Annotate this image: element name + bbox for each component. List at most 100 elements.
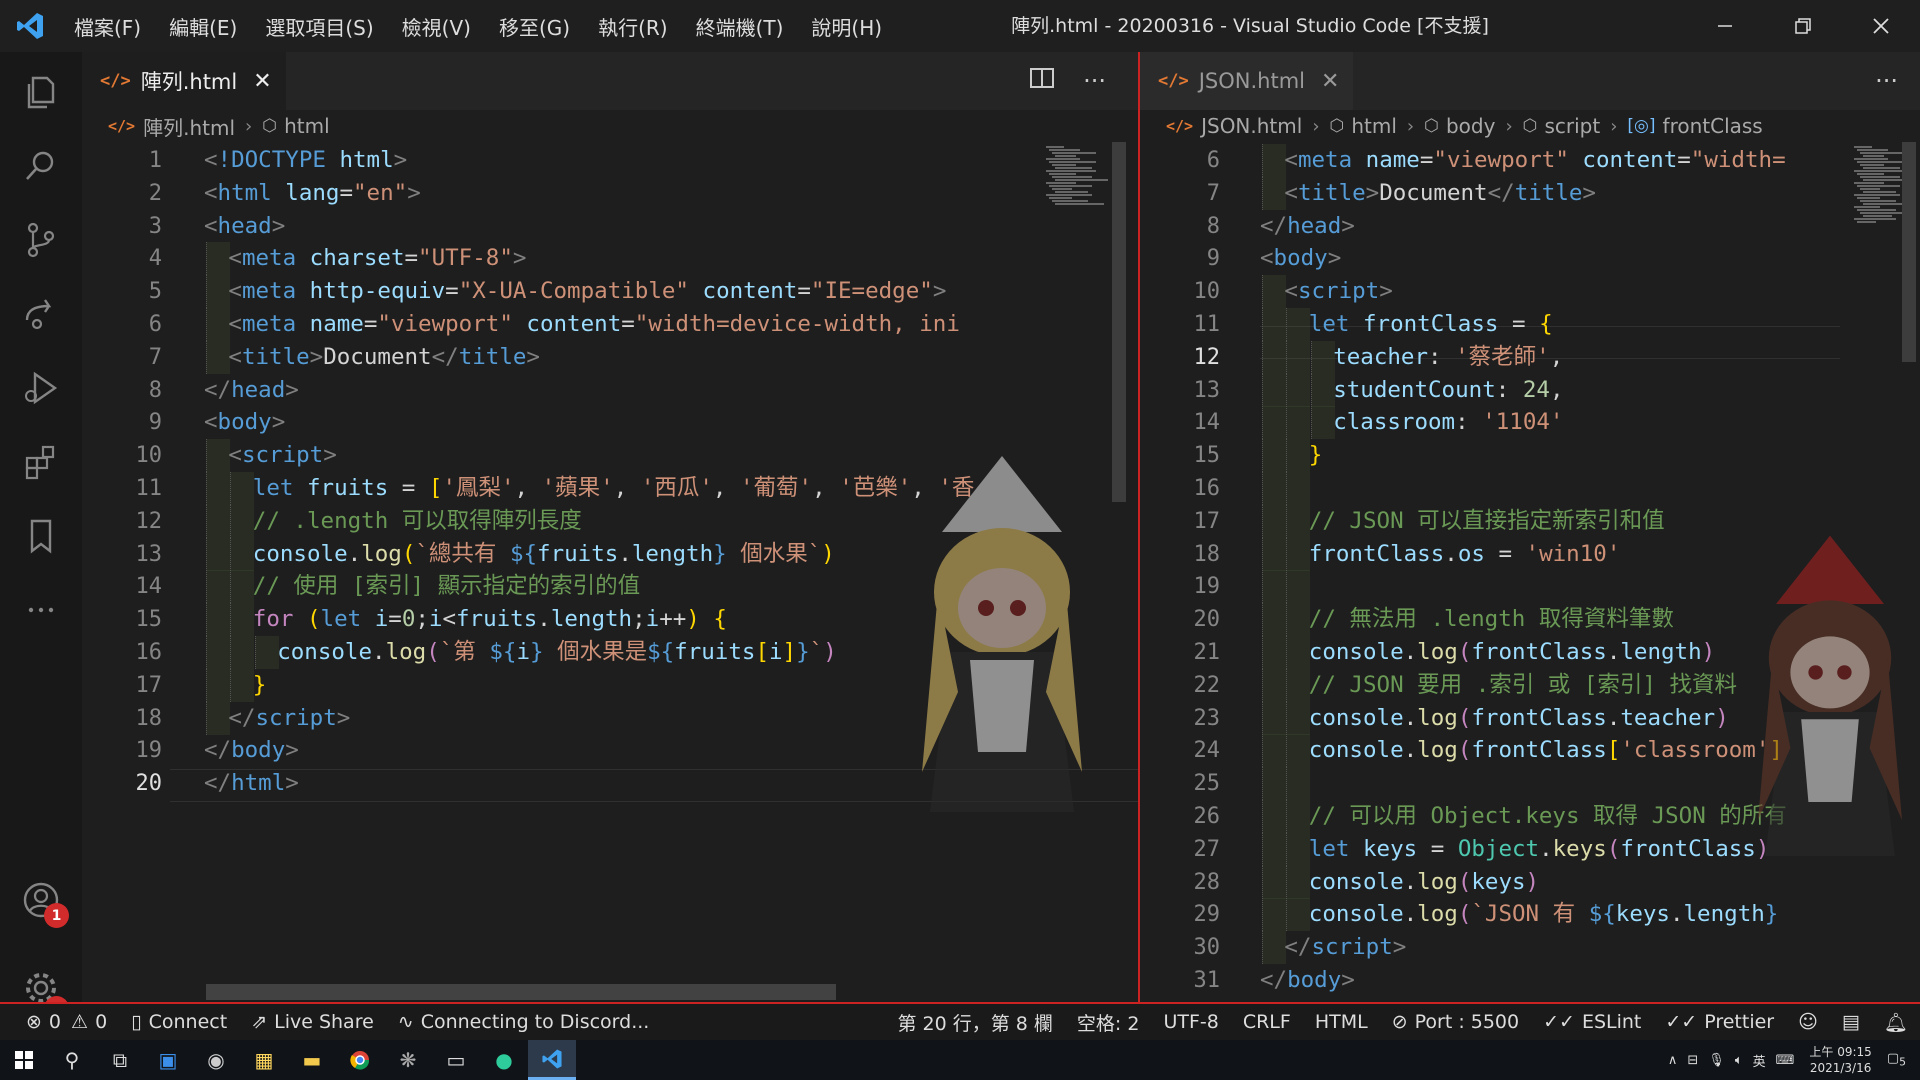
- vscode-taskbar-icon[interactable]: [528, 1040, 576, 1080]
- more-icon[interactable]: [0, 570, 82, 650]
- eslint-status[interactable]: ✓✓ ESLint: [1531, 1004, 1653, 1040]
- minimize-button[interactable]: [1686, 0, 1764, 52]
- line-number: 11: [1193, 312, 1221, 337]
- live-share-icon[interactable]: [0, 274, 82, 354]
- minimap-line: [1854, 170, 1904, 172]
- line-number: 15: [135, 607, 163, 633]
- task-view-icon[interactable]: ⧉: [96, 1040, 144, 1080]
- live-share-button[interactable]: ⇗ Live Share: [239, 1004, 386, 1040]
- discord-status[interactable]: ∿ Connecting to Discord...: [386, 1004, 662, 1040]
- search-icon[interactable]: ⚲: [48, 1040, 96, 1080]
- code-editor-right[interactable]: 6 <meta name="viewport" content="width= 7 <…: [1140, 142, 1920, 1002]
- network-icon[interactable]: ⊟: [1682, 1053, 1703, 1068]
- problems-indicator[interactable]: ⊗ 0 ⚠ 0: [0, 1004, 119, 1040]
- close-icon[interactable]: ✕: [253, 69, 271, 94]
- menu-go[interactable]: 移至(G): [485, 12, 584, 41]
- menu-run[interactable]: 執行(R): [584, 12, 682, 41]
- chrome-icon[interactable]: [336, 1040, 384, 1080]
- prettier-status[interactable]: ✓✓ Prettier: [1653, 1004, 1786, 1040]
- title-bar: 檔案(F) 編輯(E) 選取項目(S) 檢視(V) 移至(G) 執行(R) 終端…: [0, 0, 1920, 52]
- menu-help[interactable]: 說明(H): [797, 12, 896, 41]
- extensions-icon[interactable]: [0, 422, 82, 502]
- connect-button[interactable]: ▯ Connect: [119, 1004, 239, 1040]
- indent-guide: [1286, 636, 1311, 669]
- vertical-scrollbar[interactable]: [1902, 142, 1916, 362]
- notification-center-icon[interactable]: ▢5: [1882, 1051, 1920, 1069]
- breadcrumb-file[interactable]: JSON.html: [1201, 114, 1302, 138]
- file-sync-icon[interactable]: ▤: [1830, 1004, 1872, 1040]
- encoding[interactable]: UTF-8: [1151, 1004, 1230, 1040]
- indent-guide: [1262, 898, 1286, 932]
- breadcrumb-script[interactable]: script: [1544, 114, 1600, 138]
- split-editor-icon[interactable]: [1015, 66, 1069, 96]
- bookmark-icon[interactable]: [0, 496, 82, 576]
- minimap-line: [1052, 188, 1072, 190]
- indentation[interactable]: 空格: 2: [1065, 1004, 1152, 1040]
- volume-icon[interactable]: 🔈︎: [1730, 1053, 1748, 1068]
- search-icon[interactable]: [0, 126, 82, 206]
- vscode-window: 檔案(F) 編輯(E) 選取項目(S) 檢視(V) 移至(G) 執行(R) 終端…: [0, 0, 1920, 1080]
- terminal-icon[interactable]: ▭: [432, 1040, 480, 1080]
- line-number: 18: [1193, 541, 1221, 567]
- close-button[interactable]: [1842, 0, 1920, 52]
- live-server-port[interactable]: ⊘ Port : 5500: [1380, 1004, 1531, 1040]
- double-check-icon: ✓✓: [1665, 1011, 1698, 1033]
- minimap-line: [1046, 146, 1064, 148]
- minimap[interactable]: [1044, 142, 1108, 1002]
- app-icon[interactable]: ●: [480, 1040, 528, 1080]
- indent-guide: [1262, 603, 1286, 637]
- explorer-icon[interactable]: [0, 52, 82, 132]
- minimap-line: [1857, 173, 1884, 175]
- breadcrumb-right: </> JSON.html › ⬡ html › ⬡ body › ⬡ scri…: [1140, 110, 1920, 142]
- chevron-up-icon[interactable]: ∧: [1663, 1053, 1683, 1068]
- indent-guide: [1310, 340, 1335, 374]
- app-icon[interactable]: ◉: [192, 1040, 240, 1080]
- breadcrumb-file[interactable]: 陣列.html: [143, 112, 235, 141]
- breadcrumb-frontclass[interactable]: frontClass: [1663, 114, 1763, 138]
- app-icon[interactable]: ❋: [384, 1040, 432, 1080]
- menu-selection[interactable]: 選取項目(S): [251, 12, 387, 41]
- code-line: console.log(`JSON 有 ${keys.length}: [1308, 901, 1779, 928]
- line-number: 8: [1206, 213, 1220, 239]
- close-icon[interactable]: ✕: [1321, 69, 1339, 94]
- menu-file[interactable]: 檔案(F): [60, 12, 155, 41]
- indent-guide: [1286, 734, 1311, 768]
- indent-guide: [1286, 504, 1311, 538]
- microphone-icon[interactable]: 🎙︎: [1703, 1053, 1730, 1068]
- horizontal-scrollbar[interactable]: [206, 984, 836, 1000]
- store-icon[interactable]: ▣: [144, 1040, 192, 1080]
- code-line: // 可以用 Object.keys 取得 JSON 的所有: [1308, 803, 1787, 829]
- run-debug-icon[interactable]: [0, 348, 82, 428]
- more-actions-icon[interactable]: ···: [1861, 67, 1912, 95]
- menu-edit[interactable]: 編輯(E): [155, 12, 251, 41]
- clock[interactable]: 上午 09:15 2021/3/16: [1799, 1044, 1881, 1076]
- line-number: 2: [148, 180, 162, 206]
- breadcrumb-html[interactable]: html: [284, 114, 330, 138]
- end-of-line[interactable]: CRLF: [1231, 1004, 1303, 1040]
- warning-icon: ⚠: [71, 1011, 89, 1033]
- ime-indicator[interactable]: 英: [1748, 1051, 1771, 1070]
- language-mode[interactable]: HTML: [1303, 1004, 1380, 1040]
- source-control-icon[interactable]: [0, 200, 82, 280]
- account-icon[interactable]: [0, 860, 82, 940]
- code-editor-left[interactable]: 1 <!DOCTYPE html> 2 <html lang="en"> 3 <head>…: [82, 142, 1138, 1002]
- restore-button[interactable]: [1764, 0, 1842, 52]
- breadcrumb-html[interactable]: html: [1351, 114, 1397, 138]
- windows-start-icon[interactable]: [0, 1040, 48, 1080]
- cursor-position[interactable]: 第 20 行，第 8 欄: [885, 1004, 1064, 1040]
- chevron-right-icon: ›: [1406, 115, 1415, 137]
- menu-view[interactable]: 檢視(V): [388, 12, 485, 41]
- editor-group-left: </> 陣列.html ✕ ··· </> 陣列.html › ⬡ html 1…: [82, 52, 1138, 1002]
- tab-array-html[interactable]: </> 陣列.html ✕: [82, 52, 286, 110]
- keyboard-icon[interactable]: ⌨: [1771, 1053, 1800, 1068]
- feedback-icon[interactable]: ☺: [1786, 1004, 1830, 1040]
- file-explorer-icon[interactable]: ▬: [288, 1040, 336, 1080]
- vertical-scrollbar[interactable]: [1112, 142, 1126, 502]
- breadcrumb-body[interactable]: body: [1446, 114, 1495, 138]
- app-icon[interactable]: ▦: [240, 1040, 288, 1080]
- menu-terminal[interactable]: 終端機(T): [682, 12, 798, 41]
- tab-json-html[interactable]: </> JSON.html ✕: [1140, 52, 1354, 110]
- notifications-bell-icon[interactable]: 🔔︎: [1872, 1004, 1920, 1040]
- more-actions-icon[interactable]: ···: [1069, 67, 1120, 95]
- indent-guide: [1262, 636, 1286, 669]
